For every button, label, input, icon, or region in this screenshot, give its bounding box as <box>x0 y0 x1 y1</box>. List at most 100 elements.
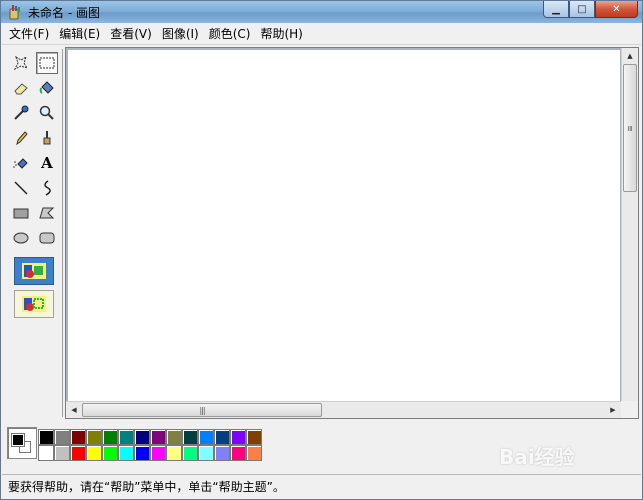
curve-tool[interactable] <box>36 177 58 199</box>
rect-select-icon <box>39 57 55 69</box>
airbrush-icon <box>13 158 28 169</box>
opaque-background-option[interactable] <box>14 257 54 285</box>
rounded-rect-tool[interactable] <box>36 227 58 249</box>
drawing-canvas[interactable] <box>68 50 620 402</box>
curve-icon <box>44 180 51 196</box>
magnifier-tool[interactable] <box>36 102 58 124</box>
line-tool[interactable] <box>10 177 32 199</box>
window-controls: ▁ □ ✕ <box>543 1 638 19</box>
pencil-icon <box>16 131 28 146</box>
palette-swatch[interactable] <box>70 429 86 445</box>
palette-swatch[interactable] <box>230 445 246 461</box>
baidu-watermark-logo: Bai经验 <box>499 433 619 479</box>
free-select-tool[interactable] <box>10 52 32 74</box>
transparent-background-option-icon <box>22 296 46 312</box>
palette-swatch[interactable] <box>246 429 262 445</box>
scroll-left-arrow-icon[interactable]: ◀ <box>67 403 81 417</box>
horizontal-scrollbar[interactable]: ◀ ||| ▶ <box>66 401 621 418</box>
palette-swatch[interactable] <box>38 429 54 445</box>
fill-bucket-icon <box>39 81 54 94</box>
watermark-text: Bai经验 <box>499 445 575 469</box>
minimize-button[interactable]: ▁ <box>543 1 569 18</box>
window-title: 未命名 - 画图 <box>28 6 100 20</box>
palette-swatch[interactable] <box>182 429 198 445</box>
menu-help[interactable]: 帮助(H) <box>255 25 307 44</box>
maximize-icon: □ <box>577 3 587 15</box>
current-colors[interactable] <box>7 427 37 459</box>
minimize-icon: ▁ <box>552 3 560 15</box>
close-button[interactable]: ✕ <box>595 1 638 18</box>
palette-swatch[interactable] <box>38 445 54 461</box>
horizontal-grip-icon: ||| <box>199 405 205 415</box>
canvas-area: ▲ ≡ ◀ ||| ▶ <box>65 47 639 419</box>
title-bar[interactable]: 未命名 - 画图 ▁ □ ✕ <box>1 1 642 23</box>
vertical-grip-icon: ≡ <box>625 125 635 131</box>
paint-window: 未命名 - 画图 ▁ □ ✕ 文件(F) 编辑(E) 查看(V) 图像(I) 颜… <box>0 0 643 500</box>
polygon-icon <box>39 207 55 219</box>
palette-swatch[interactable] <box>134 429 150 445</box>
palette-swatch[interactable] <box>198 429 214 445</box>
palette-swatch[interactable] <box>86 445 102 461</box>
color-picker-tool[interactable] <box>10 102 32 124</box>
menu-image[interactable]: 图像(I) <box>157 25 204 44</box>
paint-app-icon <box>9 5 20 20</box>
palette-swatch[interactable] <box>166 445 182 461</box>
fill-tool[interactable] <box>36 77 58 99</box>
horizontal-scroll-thumb[interactable]: ||| <box>82 403 322 417</box>
brush-tool[interactable] <box>36 127 58 149</box>
menu-edit[interactable]: 编辑(E) <box>54 25 105 44</box>
rectangle-tool[interactable] <box>10 202 32 224</box>
palette-swatch[interactable] <box>214 445 230 461</box>
palette-swatch[interactable] <box>134 445 150 461</box>
menu-colors[interactable]: 颜色(C) <box>204 25 256 44</box>
pencil-tool[interactable] <box>10 127 32 149</box>
palette-swatch[interactable] <box>198 445 214 461</box>
ellipse-tool[interactable] <box>10 227 32 249</box>
brush-icon <box>43 131 51 145</box>
ellipse-icon <box>13 232 29 244</box>
polygon-tool[interactable] <box>36 202 58 224</box>
toolbox: A <box>7 49 63 417</box>
eraser-icon <box>14 83 28 95</box>
menu-bar: 文件(F) 编辑(E) 查看(V) 图像(I) 颜色(C) 帮助(H) <box>2 24 641 45</box>
eraser-tool[interactable] <box>10 77 32 99</box>
palette-swatch[interactable] <box>166 429 182 445</box>
scroll-corner <box>621 401 638 418</box>
palette-swatch[interactable] <box>118 445 134 461</box>
palette-swatch[interactable] <box>118 429 134 445</box>
palette-swatch[interactable] <box>230 429 246 445</box>
palette-swatch[interactable] <box>150 429 166 445</box>
menu-view[interactable]: 查看(V) <box>105 25 157 44</box>
line-icon <box>14 181 28 195</box>
text-icon: A <box>41 154 53 172</box>
menu-file[interactable]: 文件(F) <box>4 25 54 44</box>
palette-swatch[interactable] <box>54 429 70 445</box>
airbrush-tool[interactable] <box>10 152 32 174</box>
magnifier-icon <box>39 105 54 120</box>
palette-swatch[interactable] <box>102 429 118 445</box>
rect-select-tool[interactable] <box>36 52 58 74</box>
scroll-up-arrow-icon[interactable]: ▲ <box>623 49 637 63</box>
transparent-background-option[interactable] <box>14 290 54 318</box>
foreground-color-swatch <box>11 433 25 447</box>
palette-swatch[interactable] <box>54 445 70 461</box>
palette-swatch[interactable] <box>214 429 230 445</box>
maximize-button[interactable]: □ <box>569 1 595 18</box>
palette-swatch[interactable] <box>86 429 102 445</box>
color-picker-icon <box>14 105 29 120</box>
opaque-background-option-icon <box>22 263 46 279</box>
close-icon: ✕ <box>612 3 621 15</box>
rectangle-icon <box>13 208 29 219</box>
palette-swatches <box>38 429 262 461</box>
text-tool[interactable]: A <box>36 152 58 174</box>
status-text: 要获得帮助，请在“帮助”菜单中，单击“帮助主题”。 <box>8 480 285 494</box>
palette-swatch[interactable] <box>246 445 262 461</box>
vertical-scrollbar[interactable]: ▲ ≡ <box>621 48 638 402</box>
scroll-right-arrow-icon[interactable]: ▶ <box>606 403 620 417</box>
palette-swatch[interactable] <box>182 445 198 461</box>
palette-swatch[interactable] <box>102 445 118 461</box>
palette-swatch[interactable] <box>70 445 86 461</box>
vertical-scroll-thumb[interactable]: ≡ <box>623 64 637 192</box>
free-select-icon <box>13 55 29 71</box>
palette-swatch[interactable] <box>150 445 166 461</box>
